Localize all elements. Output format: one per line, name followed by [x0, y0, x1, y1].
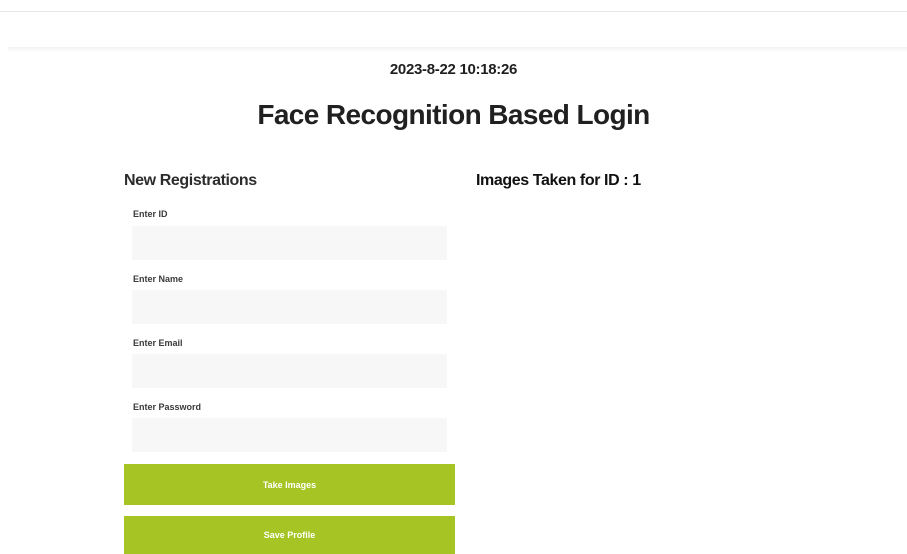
password-input[interactable] [132, 418, 447, 452]
registration-title: New Registrations [124, 172, 257, 189]
id-input[interactable] [132, 226, 447, 260]
header-band [8, 47, 907, 51]
top-divider [0, 11, 907, 12]
id-label: Enter ID [133, 209, 168, 219]
datetime-display: 2023-8-22 10:18:26 [389, 61, 518, 78]
save-profile-button[interactable]: Save Profile [124, 516, 455, 554]
page-title: Face Recognition Based Login [257, 99, 650, 130]
name-input[interactable] [132, 290, 447, 324]
take-images-button[interactable]: Take Images [124, 464, 455, 505]
email-label: Enter Email [133, 338, 183, 348]
name-label: Enter Name [133, 274, 184, 284]
email-input[interactable] [132, 354, 447, 388]
images-taken-title: Images Taken for ID : 1 [476, 172, 641, 189]
password-label: Enter Password [133, 402, 202, 412]
